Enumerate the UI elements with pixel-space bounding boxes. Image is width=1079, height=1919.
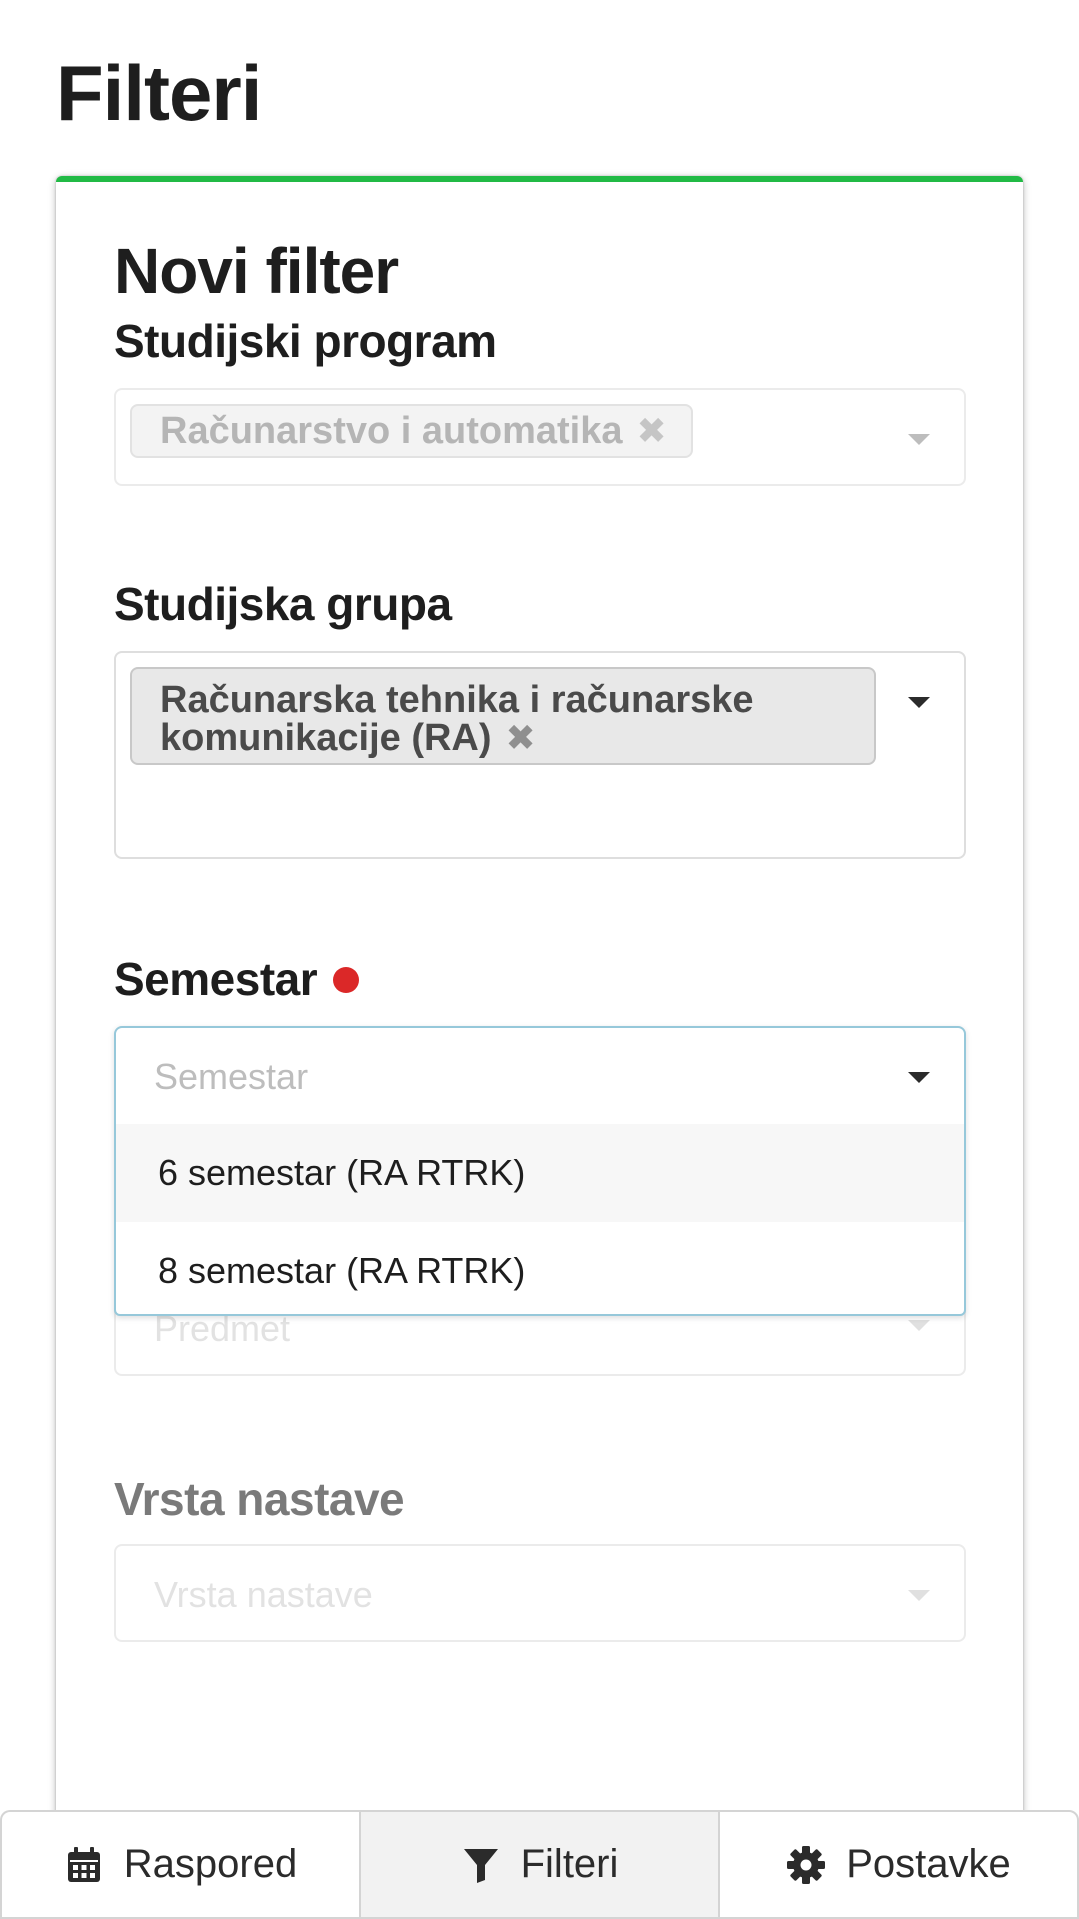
card-title: Novi filter <box>114 235 399 307</box>
study-group-label: Studijska grupa <box>114 578 452 630</box>
chevron-down-icon <box>908 434 930 445</box>
remove-chip-icon[interactable]: ✖ <box>506 719 536 757</box>
nav-label: Filteri <box>520 1842 619 1886</box>
teaching-type-placeholder: Vrsta nastave <box>154 1574 373 1615</box>
study-program-chip-label: Računarstvo i automatika <box>160 410 623 452</box>
semester-option[interactable]: 8 semestar (RA RTRK) <box>116 1222 964 1320</box>
semester-select[interactable]: Semestar 6 semestar (RA RTRK) 8 semestar… <box>114 1026 966 1316</box>
chevron-down-icon <box>908 1590 930 1601</box>
remove-chip-icon[interactable]: ✖ <box>636 413 666 449</box>
nav-postavke[interactable]: Postavke <box>718 1810 1079 1919</box>
teaching-type-label: Vrsta nastave <box>114 1473 405 1525</box>
study-program-chip: Računarstvo i automatika ✖ <box>130 404 693 458</box>
required-indicator <box>333 966 360 993</box>
chevron-down-icon <box>908 1072 930 1083</box>
study-group-chip-line2: komunikacije (RA) <box>160 717 492 759</box>
semester-option[interactable]: 6 semestar (RA RTRK) <box>116 1124 964 1222</box>
chevron-down-icon <box>908 1320 930 1331</box>
filter-icon <box>463 1848 498 1883</box>
nav-raspored[interactable]: Raspored <box>0 1810 359 1919</box>
nav-label: Raspored <box>123 1842 298 1886</box>
page-title: Filteri <box>56 49 262 137</box>
nav-label: Postavke <box>846 1842 1011 1886</box>
study-group-chip-line1: Računarska tehnika i računarske <box>160 679 754 721</box>
calendar-icon <box>67 1846 100 1882</box>
teaching-type-select[interactable]: Vrsta nastave <box>114 1544 966 1642</box>
nav-filteri[interactable]: Filteri <box>359 1810 718 1919</box>
page: Filteri Novi filter Studijski program Ra… <box>0 0 1079 1919</box>
study-group-select[interactable]: Računarska tehnika i računarske komunika… <box>114 651 966 859</box>
semester-placeholder: Semestar <box>154 1056 309 1097</box>
semester-label-text: Semestar <box>114 953 318 1005</box>
semester-label: Semestar <box>114 952 360 1006</box>
study-program-select[interactable]: Računarstvo i automatika ✖ <box>114 388 966 486</box>
gear-icon <box>787 1845 826 1884</box>
study-group-chip: Računarska tehnika i računarske komunika… <box>130 667 876 765</box>
study-program-label: Studijski program <box>114 315 497 367</box>
new-filter-card: Novi filter Studijski program Računarstv… <box>56 176 1023 1816</box>
chevron-down-icon <box>908 697 930 708</box>
bottom-nav: Raspored Filteri Postavke <box>0 1810 1079 1919</box>
